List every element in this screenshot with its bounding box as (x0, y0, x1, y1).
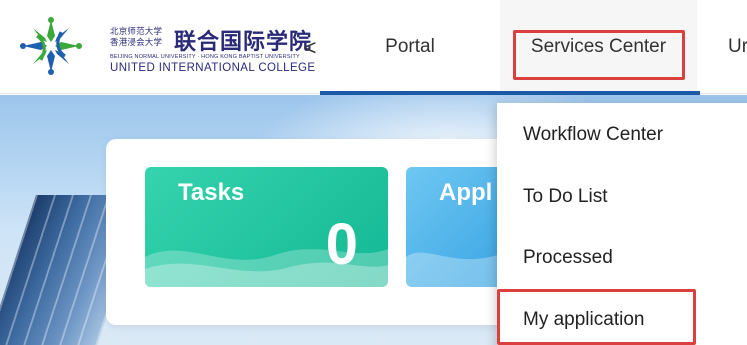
logo-parent-universities-en: BEIJING NORMAL UNIVERSITY · HONG KONG BA… (110, 54, 300, 60)
applications-card[interactable]: Appl (406, 167, 506, 287)
tab-portal[interactable]: Portal (320, 0, 500, 94)
applications-label: Appl (439, 179, 493, 206)
wave-decoration (406, 252, 506, 287)
logo-parent-universities: 北京师范大学 香港浸会大学 (110, 27, 174, 49)
logo-college-name-en: UNITED INTERNATIONAL COLLEGE (110, 62, 316, 74)
tab-truncated[interactable]: Ur (697, 0, 747, 94)
menu-item-workflow-center[interactable]: Workflow Center (497, 105, 747, 165)
logo-bnu-cn: 北京师范大学 (110, 27, 163, 37)
menu-item-to-do-list[interactable]: To Do List (497, 167, 747, 227)
services-center-highlight (513, 30, 685, 80)
tasks-label: Tasks (178, 179, 245, 206)
my-application-highlight (497, 289, 696, 345)
menu-item-processed[interactable]: Processed (497, 228, 747, 288)
college-logo-icon (20, 17, 82, 75)
logo-college-name-cn: 联合国际学院 (174, 30, 313, 55)
college-logo[interactable]: 北京师范大学 香港浸会大学 联合国际学院 BEIJING NORMAL UNIV… (14, 14, 315, 76)
tasks-count: 0 (325, 212, 358, 277)
logo-hkbu-cn: 香港浸会大学 (110, 38, 163, 48)
tasks-card[interactable]: Tasks 0 (145, 167, 388, 287)
chevron-left-icon[interactable]: < (300, 36, 320, 60)
